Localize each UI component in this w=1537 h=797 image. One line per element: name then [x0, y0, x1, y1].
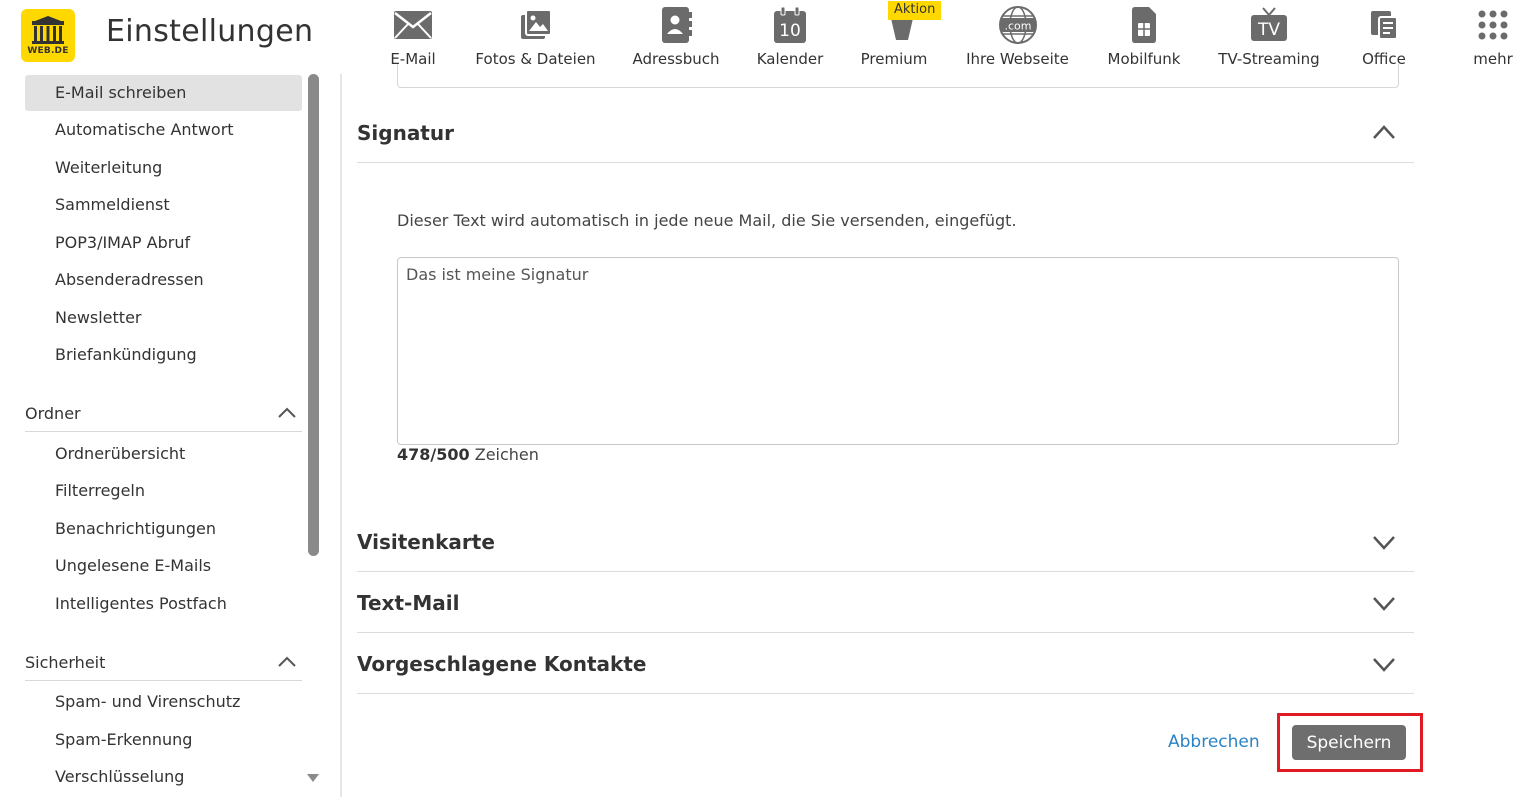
settings-sidebar: E-Mail schreiben Automatische Antwort We…: [0, 74, 322, 797]
suggested-contacts-title: Vorgeschlagene Kontakte: [357, 652, 647, 676]
grid-dots-icon: [1478, 10, 1508, 40]
chevron-up-icon: [278, 656, 296, 667]
text-mail-section-header[interactable]: Text-Mail: [357, 572, 1414, 633]
sidebar-item-email-schreiben[interactable]: E-Mail schreiben: [25, 75, 302, 111]
sidebar-item-ungelesene-emails[interactable]: Ungelesene E-Mails: [25, 548, 302, 584]
sidebar-item-intelligentes-postfach[interactable]: Intelligentes Postfach: [25, 586, 302, 622]
office-documents-icon: [1371, 11, 1398, 40]
text-mail-title: Text-Mail: [357, 591, 460, 615]
signature-description: Dieser Text wird automatisch in jede neu…: [397, 211, 1017, 230]
sidebar-section-sicherheit[interactable]: Sicherheit: [25, 651, 302, 681]
nav-more-label: mehr: [1473, 50, 1513, 68]
chevron-up-icon: [278, 407, 296, 418]
sidebar-scrollbar-thumb[interactable]: [308, 74, 319, 556]
sidebar-item-ordneruebersicht[interactable]: Ordnerübersicht: [25, 436, 302, 472]
aktion-badge[interactable]: Aktion: [888, 1, 942, 20]
sim-card-icon: [1132, 7, 1156, 43]
sidebar-item-pop3-imap[interactable]: POP3/IMAP Abruf: [25, 225, 302, 261]
address-book-icon: [662, 7, 692, 43]
sidebar-item-filterregeln[interactable]: Filterregeln: [25, 473, 302, 509]
sidebar-item-automatische-antwort[interactable]: Automatische Antwort: [25, 112, 302, 148]
globe-com-icon: .com: [998, 6, 1037, 44]
sidebar-item-briefankuendigung[interactable]: Briefankündigung: [25, 337, 302, 373]
nav-email[interactable]: E-Mail: [384, 0, 442, 74]
nav-addressbook[interactable]: Adressbuch: [632, 0, 720, 74]
page-title: Einstellungen: [106, 14, 314, 49]
calendar-icon: 10: [774, 6, 806, 43]
sidebar-item-absenderadressen[interactable]: Absenderadressen: [25, 262, 302, 298]
visitenkarte-section-header[interactable]: Visitenkarte: [357, 511, 1414, 572]
nav-mobile[interactable]: Mobilfunk: [1106, 0, 1182, 74]
chevron-down-icon: [1373, 597, 1395, 611]
sidebar-item-benachrichtigungen[interactable]: Benachrichtigungen: [25, 511, 302, 547]
calendar-day: 10: [779, 21, 801, 41]
section-title: Ordner: [25, 404, 81, 423]
nav-office[interactable]: Office: [1360, 0, 1408, 74]
nav-photos-files[interactable]: Fotos & Dateien: [475, 0, 596, 74]
chevron-up-icon: [1373, 125, 1395, 139]
sidebar-item-spam-virenschutz[interactable]: Spam- und Virenschutz: [25, 684, 302, 720]
webde-logo[interactable]: WEB.DE: [21, 9, 75, 62]
scroll-down-arrow-icon[interactable]: [306, 772, 320, 784]
top-bar: WEB.DE Einstellungen E-Mail Fotos & Date…: [0, 0, 1537, 74]
signature-textarea[interactable]: Das ist meine Signatur: [397, 257, 1399, 445]
envelope-icon: [394, 11, 432, 39]
cancel-button[interactable]: Abbrechen: [1168, 732, 1260, 752]
tv-icon: TV: [1251, 7, 1287, 41]
sidebar-item-sammeldienst[interactable]: Sammeldienst: [25, 187, 302, 223]
suggested-contacts-section-header[interactable]: Vorgeschlagene Kontakte: [357, 633, 1414, 694]
sidebar-item-weiterleitung[interactable]: Weiterleitung: [25, 150, 302, 186]
tv-text: TV: [1257, 20, 1280, 40]
sidebar-item-verschluesselung[interactable]: Verschlüsselung: [25, 759, 302, 795]
nav-more[interactable]: mehr: [1470, 0, 1516, 74]
previous-section-box: [397, 64, 1399, 88]
character-unit: Zeichen: [474, 445, 539, 464]
character-counter: 478/500 Zeichen: [397, 445, 539, 464]
character-count: 478/500: [397, 445, 470, 464]
settings-content: Signatur Dieser Text wird automatisch in…: [342, 64, 1537, 797]
nav-calendar[interactable]: 10 Kalender: [756, 0, 824, 74]
com-text: .com: [1004, 20, 1031, 33]
signature-section-header[interactable]: Signatur: [357, 102, 1414, 163]
sidebar-section-ordner[interactable]: Ordner: [25, 402, 302, 432]
logo-text: WEB.DE: [27, 46, 69, 56]
chevron-down-icon: [1373, 536, 1395, 550]
nav-website[interactable]: .com Ihre Webseite: [964, 0, 1071, 74]
save-button[interactable]: Speichern: [1292, 725, 1406, 760]
sidebar-item-spam-erkennung[interactable]: Spam-Erkennung: [25, 722, 302, 758]
photos-icon: [520, 9, 552, 39]
signature-title: Signatur: [357, 121, 454, 145]
section-title: Sicherheit: [25, 653, 106, 672]
chevron-down-icon: [1373, 658, 1395, 672]
sidebar-item-newsletter[interactable]: Newsletter: [25, 300, 302, 336]
nav-tv[interactable]: TV TV-Streaming: [1216, 0, 1322, 74]
brandenburg-gate-icon: [32, 16, 64, 44]
visitenkarte-title: Visitenkarte: [357, 530, 495, 554]
